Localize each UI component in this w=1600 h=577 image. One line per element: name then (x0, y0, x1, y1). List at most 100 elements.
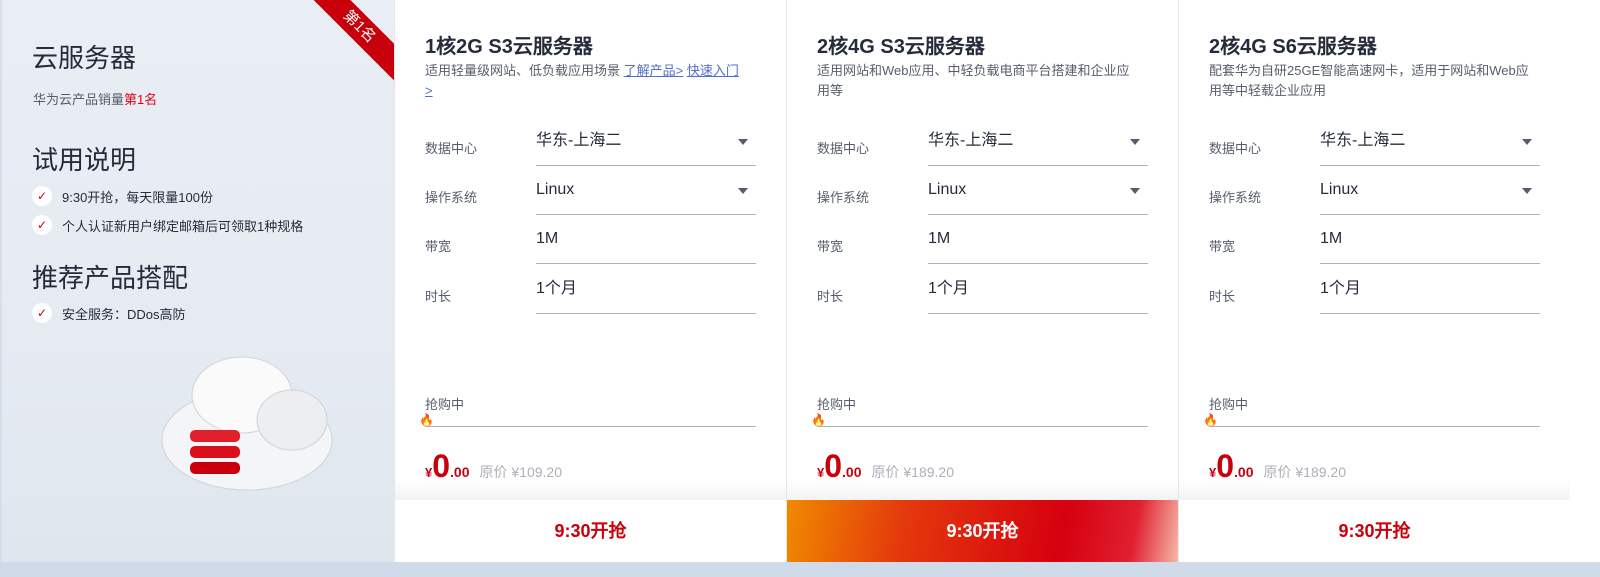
check-icon: ✓ (32, 303, 52, 323)
grabbing-label: 抢购中 (1209, 397, 1249, 412)
datacenter-label: 数据中心 (425, 141, 478, 156)
trial-title: 试用说明 (32, 145, 137, 175)
original-price: 原价 ¥189.20 (872, 464, 955, 480)
original-price-label: 原价 (1263, 464, 1292, 480)
datacenter-label: 数据中心 (817, 141, 870, 156)
os-value: Linux (928, 181, 967, 198)
datacenter-label: 数据中心 (1209, 141, 1262, 156)
os-row: 操作系统 Linux (817, 175, 1148, 215)
promo-panel: 第1名 云服务器 华为云产品销量第1名 试用说明 ✓ 9:30开抢，每天限量100… (0, 0, 394, 562)
datacenter-value: 华东-上海二 (928, 132, 1014, 149)
duration-row: 时长 1个月 (425, 274, 756, 314)
bandwidth-value: 1M (1320, 230, 1343, 247)
os-label: 操作系统 (817, 190, 870, 205)
duration-label: 时长 (425, 289, 452, 304)
datacenter-select[interactable]: 华东-上海二 (1320, 126, 1540, 166)
trial-item-text: 9:30开抢，每天限量100份 (62, 189, 213, 205)
duration-label: 时长 (1209, 289, 1236, 304)
subtitle-text: 华为云产品销量 (33, 92, 125, 107)
original-price-value: ¥109.20 (511, 464, 562, 480)
original-price-label: 原价 (479, 464, 508, 480)
os-row: 操作系统 Linux (425, 175, 756, 215)
price-integer: 0 (824, 448, 843, 484)
buy-button[interactable]: 9:30开抢 (395, 500, 786, 562)
bandwidth-row: 带宽 1M (1209, 224, 1540, 264)
caret-down-icon (738, 188, 748, 194)
os-row: 操作系统 Linux (1209, 175, 1540, 215)
product-title: 1核2G S3云服务器 (425, 36, 593, 58)
os-select[interactable]: Linux (536, 175, 756, 215)
check-icon: ✓ (32, 215, 52, 235)
original-price-value: ¥189.20 (903, 464, 954, 480)
datacenter-row: 数据中心 华东-上海二 (817, 126, 1148, 166)
subtitle-highlight: 第1名 (124, 92, 158, 107)
bandwidth-value-field: 1M (928, 224, 1148, 264)
bandwidth-row: 带宽 1M (817, 224, 1148, 264)
trial-item: ✓ 9:30开抢，每天限量100份 (32, 186, 213, 206)
fire-icon: 🔥 (419, 413, 434, 427)
duration-label: 时长 (817, 289, 844, 304)
datacenter-row: 数据中心 华东-上海二 (425, 126, 756, 166)
learn-more-link[interactable]: 了解产品> (624, 63, 684, 78)
duration-value-field: 1个月 (536, 274, 756, 314)
product-description: 适用网站和Web应用、中轻负载电商平台搭建和企业应用等 (817, 61, 1137, 101)
stock-progress-bar (817, 426, 1148, 427)
caret-down-icon (1522, 139, 1532, 145)
trial-item-text: 个人认证新用户绑定邮箱后可领取1种规格 (62, 218, 304, 234)
datacenter-value: 华东-上海二 (536, 132, 622, 149)
caret-down-icon (1130, 139, 1140, 145)
product-title: 2核4G S6云服务器 (1209, 36, 1377, 58)
price-integer: 0 (1216, 448, 1235, 484)
duration-value: 1个月 (928, 280, 969, 297)
price-decimal: .00 (450, 464, 470, 480)
buy-button[interactable]: 9:30开抢 (1179, 500, 1570, 562)
price-integer: 0 (432, 448, 451, 484)
stock-progress-bar (425, 426, 756, 427)
bandwidth-value-field: 1M (1320, 224, 1540, 264)
datacenter-select[interactable]: 华东-上海二 (928, 126, 1148, 166)
datacenter-select[interactable]: 华东-上海二 (536, 126, 756, 166)
os-label: 操作系统 (1209, 190, 1262, 205)
product-description: 适用轻量级网站、低负载应用场景 了解产品> 快速入门> (425, 61, 745, 101)
description-text: 适用轻量级网站、低负载应用场景 (425, 63, 624, 78)
os-value: Linux (536, 181, 575, 198)
fade-divider (787, 480, 1178, 500)
price-decimal: .00 (1234, 464, 1254, 480)
check-icon: ✓ (32, 186, 52, 206)
duration-value: 1个月 (1320, 280, 1361, 297)
trial-item: ✓ 个人认证新用户绑定邮箱后可领取1种规格 (32, 215, 303, 235)
fire-icon: 🔥 (811, 413, 826, 427)
os-select[interactable]: Linux (928, 175, 1148, 215)
original-price-label: 原价 (871, 464, 900, 480)
product-description: 配套华为自研25GE智能高速网卡，适用于网站和Web应用等中轻载企业应用 (1209, 61, 1529, 101)
price-decimal: .00 (842, 464, 862, 480)
fire-icon: 🔥 (1203, 413, 1218, 427)
datacenter-value: 华东-上海二 (1320, 132, 1406, 149)
original-price: 原价 ¥189.20 (1264, 464, 1347, 480)
bandwidth-value: 1M (928, 230, 951, 247)
caret-down-icon (1522, 188, 1532, 194)
original-price: 原价 ¥109.20 (480, 464, 563, 480)
bandwidth-label: 带宽 (1209, 239, 1236, 254)
duration-value: 1个月 (536, 280, 577, 297)
caret-down-icon (738, 139, 748, 145)
product-card: 2核4G S6云服务器 配套华为自研25GE智能高速网卡，适用于网站和Web应用… (1178, 0, 1570, 562)
datacenter-row: 数据中心 华东-上海二 (1209, 126, 1540, 166)
duration-row: 时长 1个月 (817, 274, 1148, 314)
bandwidth-value: 1M (536, 230, 559, 247)
buy-button[interactable]: 9:30开抢 (787, 500, 1178, 562)
product-card: 2核4G S3云服务器 适用网站和Web应用、中轻负载电商平台搭建和企业应用等 … (786, 0, 1178, 562)
recommend-item: ✓ 安全服务：DDos高防 (32, 303, 186, 323)
product-card: 1核2G S3云服务器 适用轻量级网站、低负载应用场景 了解产品> 快速入门> … (394, 0, 786, 562)
grabbing-label: 抢购中 (817, 397, 857, 412)
duration-value-field: 1个月 (1320, 274, 1540, 314)
description-text: 配套华为自研25GE智能高速网卡，适用于网站和Web应用等中轻载企业应用 (1209, 63, 1529, 98)
os-select[interactable]: Linux (1320, 175, 1540, 215)
panel-subtitle: 华为云产品销量第1名 (33, 89, 157, 108)
os-value: Linux (1320, 181, 1359, 198)
bandwidth-value-field: 1M (536, 224, 756, 264)
fade-divider (395, 480, 786, 500)
stock-progress-bar (1209, 426, 1540, 427)
caret-down-icon (1130, 188, 1140, 194)
os-label: 操作系统 (425, 190, 478, 205)
